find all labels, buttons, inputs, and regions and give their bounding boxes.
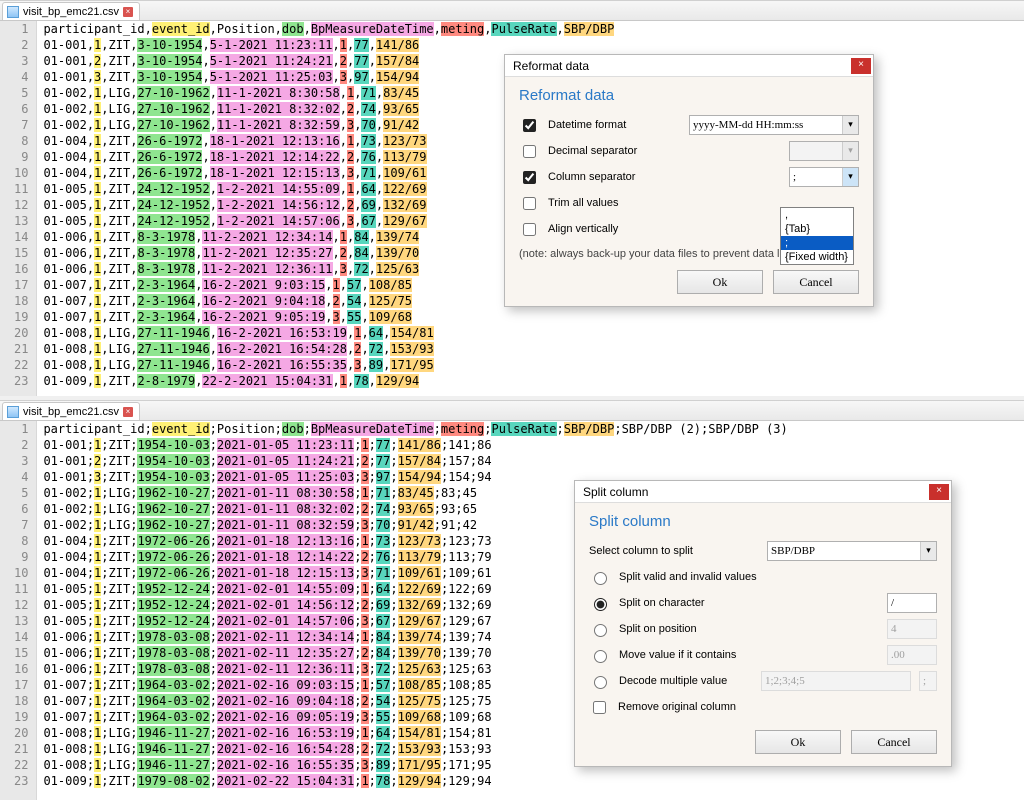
select-column-value: SBP/DBP [771,545,815,557]
dropdown-option[interactable]: ; [781,236,853,250]
cancel-button[interactable]: Cancel [851,730,937,754]
datetime-label: Datetime format [548,119,681,131]
datetime-checkbox[interactable] [523,119,536,132]
tab-label: visit_bp_emc21.csv [23,6,119,18]
split-char-label: Split on character [619,597,879,609]
close-icon[interactable]: × [851,58,871,74]
dialog-heading: Split column [589,513,937,530]
dialog-heading: Reformat data [519,87,859,104]
csv-file-icon [7,6,19,18]
line-gutter: 1 2 3 4 5 6 7 8 9 10 11 12 13 14 15 16 1… [0,21,37,396]
remove-orig-label: Remove original column [618,701,937,713]
tabbar-top: visit_bp_emc21.csv × [0,1,1024,21]
decimal-combo: ▾ [789,141,859,161]
close-icon[interactable]: × [123,7,133,17]
line-gutter: 1 2 3 4 5 6 7 8 9 10 11 12 13 14 15 16 1… [0,421,37,800]
file-tab[interactable]: visit_bp_emc21.csv × [2,2,140,20]
column-sep-label: Column separator [548,171,781,183]
dialog-title: Split column [583,485,648,499]
dialog-titlebar[interactable]: Split column × [575,481,951,503]
decode-radio[interactable] [594,676,607,689]
close-icon[interactable]: × [123,407,133,417]
column-sep-value: ; [793,171,796,183]
file-tab[interactable]: visit_bp_emc21.csv × [2,402,140,420]
decode-label: Decode multiple value [619,675,753,687]
tab-label: visit_bp_emc21.csv [23,406,119,418]
trim-checkbox[interactable] [523,197,536,210]
move-value-input [887,645,937,665]
move-value-radio[interactable] [594,650,607,663]
remove-orig-checkbox[interactable] [593,701,606,714]
reformat-dialog: Reformat data × Reformat data Datetime f… [504,54,874,307]
dropdown-option[interactable]: {Tab} [781,222,853,236]
split-char-input[interactable] [887,593,937,613]
chevron-down-icon[interactable]: ▾ [842,116,858,134]
ok-button[interactable]: Ok [755,730,841,754]
decimal-label: Decimal separator [548,145,781,157]
dropdown-option[interactable]: {Fixed width} [781,250,853,264]
chevron-down-icon: ▾ [842,142,858,160]
tabbar-bottom: visit_bp_emc21.csv × [0,401,1024,421]
split-char-radio[interactable] [594,598,607,611]
move-value-label: Move value if it contains [619,649,879,661]
split-pos-input [887,619,937,639]
csv-file-icon [7,406,19,418]
align-checkbox[interactable] [523,223,536,236]
split-valid-radio[interactable] [594,572,607,585]
split-column-dialog: Split column × Split column Select colum… [574,480,952,767]
split-pos-label: Split on position [619,623,879,635]
decimal-checkbox[interactable] [523,145,536,158]
dialog-title: Reformat data [513,59,589,73]
decode-sep-input [919,671,937,691]
close-icon[interactable]: × [929,484,949,500]
chevron-down-icon[interactable]: ▾ [842,168,858,186]
split-pos-radio[interactable] [594,624,607,637]
column-sep-combo[interactable]: ; ▾ [789,167,859,187]
datetime-value: yyyy-MM-dd HH:mm:ss [693,119,803,131]
split-valid-label: Split valid and invalid values [619,571,937,583]
select-column-label: Select column to split [589,545,759,557]
dropdown-option[interactable]: , [781,208,853,222]
decode-input [761,671,911,691]
select-column-combo[interactable]: SBP/DBP ▾ [767,541,937,561]
ok-button[interactable]: Ok [677,270,763,294]
column-sep-checkbox[interactable] [523,171,536,184]
dialog-titlebar[interactable]: Reformat data × [505,55,873,77]
cancel-button[interactable]: Cancel [773,270,859,294]
datetime-combo[interactable]: yyyy-MM-dd HH:mm:ss ▾ [689,115,859,135]
chevron-down-icon[interactable]: ▾ [920,542,936,560]
column-sep-dropdown-list[interactable]: ,{Tab};{Fixed width} [780,207,854,265]
